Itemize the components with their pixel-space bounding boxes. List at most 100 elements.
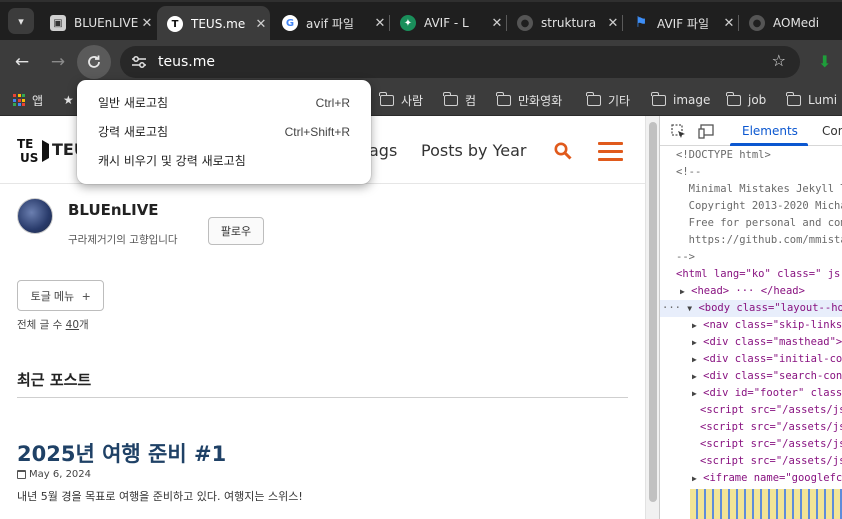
menu-item-empty-cache-hard-reload[interactable]: 캐시 비우기 및 강력 새로고침 bbox=[77, 146, 371, 175]
site-settings-icon[interactable] bbox=[128, 51, 150, 73]
expand-triangle-icon[interactable]: ▶ bbox=[692, 338, 697, 347]
menu-item-hard-reload[interactable]: 강력 새로고침 Ctrl+Shift+R bbox=[77, 117, 371, 146]
tab-avif-l[interactable]: ✦ AVIF - L ✕ bbox=[390, 8, 506, 38]
star-bookmark-icon[interactable]: ★ bbox=[63, 91, 74, 109]
expand-triangle-icon[interactable]: ▶ bbox=[692, 372, 697, 381]
expand-triangle-icon[interactable]: ▶ bbox=[692, 321, 697, 330]
address-bar[interactable]: teus.me ☆ bbox=[120, 46, 800, 78]
tab-title: struktura bbox=[541, 16, 597, 30]
follow-button[interactable]: 팔로우 bbox=[208, 217, 264, 245]
bookmark-folder[interactable]: Lumi bbox=[786, 91, 837, 109]
nav-link-posts-by-year[interactable]: Posts by Year bbox=[421, 141, 526, 160]
menu-item-label: 캐시 비우기 및 강력 새로고침 bbox=[98, 154, 246, 168]
close-icon[interactable]: ✕ bbox=[488, 16, 506, 31]
nav-link-tags[interactable]: ags bbox=[369, 141, 397, 160]
dom-line[interactable]: <script src="/assets/js/ bbox=[660, 453, 842, 470]
bookmark-folder[interactable]: 사람 bbox=[379, 91, 424, 109]
tab-search-chevron-icon[interactable]: ▾ bbox=[8, 8, 34, 34]
bookmark-folder[interactable]: 만화영화 bbox=[496, 91, 562, 109]
bookmark-label: 앱 bbox=[32, 93, 44, 108]
expand-triangle-icon[interactable]: ▶ bbox=[692, 474, 697, 483]
close-icon[interactable]: ✕ bbox=[138, 16, 156, 31]
folder-icon bbox=[586, 91, 601, 106]
dom-line[interactable]: Copyright 2013-2020 Michae bbox=[660, 198, 842, 215]
dom-line[interactable]: ▶ <div id="footer" class=" bbox=[660, 385, 842, 402]
divider bbox=[17, 397, 628, 398]
expand-triangle-icon[interactable]: ▶ bbox=[692, 389, 697, 398]
google-icon: G bbox=[282, 15, 298, 31]
tab-title: AVIF - L bbox=[424, 16, 469, 30]
tab-elements[interactable]: Elements bbox=[742, 124, 798, 138]
collapse-triangle-icon[interactable]: ▼ bbox=[687, 304, 692, 313]
dom-line[interactable]: <!DOCTYPE html> bbox=[660, 147, 842, 164]
dom-line[interactable]: <script src="/assets/js/ bbox=[660, 402, 842, 419]
svg-text:TE: TE bbox=[17, 137, 33, 151]
dom-line[interactable]: <script src="/assets/js/ bbox=[660, 436, 842, 453]
dom-line[interactable]: https://github.com/mmistak bbox=[660, 232, 842, 249]
toggle-menu-button[interactable]: 토글 메뉴 + bbox=[17, 280, 104, 311]
recent-posts-heading: 최근 포스트 bbox=[17, 371, 92, 389]
tab-avif-google[interactable]: G avif 파일 ✕ bbox=[272, 8, 389, 38]
close-icon[interactable]: ✕ bbox=[720, 16, 738, 31]
inspect-element-icon[interactable] bbox=[671, 124, 686, 139]
bookmark-folder[interactable]: image bbox=[651, 91, 711, 109]
dom-line[interactable]: ▶ <div class="initial-cont bbox=[660, 351, 842, 368]
scrollbar-thumb[interactable] bbox=[649, 122, 657, 502]
back-icon[interactable]: ← bbox=[8, 48, 36, 76]
close-icon[interactable]: ✕ bbox=[371, 16, 389, 31]
bookmark-folder[interactable]: 기타 bbox=[586, 91, 630, 109]
total-count: 40 bbox=[65, 319, 80, 331]
folder-icon bbox=[443, 91, 458, 106]
post-date-text: May 6, 2024 bbox=[29, 469, 92, 480]
devtools-panel: Elements Cons <!DOCTYPE html> <!-- Minim… bbox=[659, 116, 842, 519]
tab-aomedia[interactable]: ● AOMedi bbox=[739, 8, 842, 38]
close-icon[interactable]: ✕ bbox=[604, 16, 622, 31]
tab-console[interactable]: Cons bbox=[822, 124, 842, 138]
site-logo[interactable]: TE US bbox=[16, 136, 52, 166]
avatar-icon: ▣ bbox=[50, 15, 66, 31]
expand-triangle-icon[interactable]: ▶ bbox=[692, 355, 697, 364]
tab-avif-file[interactable]: ⚑ AVIF 파일 ✕ bbox=[623, 8, 738, 38]
dom-line[interactable]: ▶ <iframe name="googlefcPr bbox=[660, 470, 842, 487]
page-scrollbar[interactable] bbox=[645, 116, 659, 519]
post-title-link[interactable]: 2025년 여행 준비 #1 bbox=[17, 438, 226, 468]
calendar-icon bbox=[17, 470, 26, 479]
menu-item-normal-reload[interactable]: 일반 새로고침 Ctrl+R bbox=[77, 88, 371, 117]
bookmark-label: image bbox=[673, 93, 711, 107]
github-icon: ● bbox=[517, 15, 533, 31]
dom-line[interactable]: <!-- bbox=[660, 164, 842, 181]
menu-item-shortcut: Ctrl+Shift+R bbox=[284, 124, 350, 139]
folder-icon bbox=[726, 91, 741, 106]
expand-triangle-icon[interactable]: ▶ bbox=[680, 287, 685, 296]
download-extension-icon[interactable]: ⬇ bbox=[818, 52, 831, 71]
dom-line[interactable]: Free for personal and comm bbox=[660, 215, 842, 232]
forward-icon[interactable]: → bbox=[44, 48, 72, 76]
dom-line[interactable]: <html lang="ko" class=" js " bbox=[660, 266, 842, 283]
tab-teus[interactable]: T TEUS.me ✕ bbox=[157, 6, 270, 42]
bookmark-folder[interactable]: job bbox=[726, 91, 766, 109]
dom-line[interactable]: --> bbox=[660, 249, 842, 266]
dom-line[interactable]: ▶ <head> ··· </head> bbox=[660, 283, 842, 300]
tab-bluenlive[interactable]: ▣ BLUEnLIVE ✕ bbox=[40, 8, 156, 38]
search-icon[interactable] bbox=[554, 142, 572, 160]
device-toolbar-icon[interactable] bbox=[698, 124, 714, 139]
dom-line[interactable]: ▶ <div class="search-conte bbox=[660, 368, 842, 385]
bookmark-star-icon[interactable]: ☆ bbox=[772, 51, 786, 70]
bookmark-label: 사람 bbox=[401, 93, 424, 108]
dom-line[interactable]: Minimal Mistakes Jekyll Th bbox=[660, 181, 842, 198]
reload-button[interactable] bbox=[77, 45, 111, 79]
toggle-menu-label: 토글 메뉴 bbox=[30, 290, 75, 303]
post-excerpt: 내년 5월 경을 목표로 여행을 준비하고 있다. 여행지는 스위스! bbox=[17, 490, 303, 503]
tab-struktura[interactable]: ● struktura ✕ bbox=[507, 8, 622, 38]
folder-icon bbox=[651, 91, 666, 106]
bookmark-apps[interactable]: 앱 bbox=[13, 91, 43, 109]
flag-icon: ⚑ bbox=[634, 15, 648, 31]
dom-line[interactable]: ▶ <nav class="skip-links"> bbox=[660, 317, 842, 334]
bookmark-folder[interactable]: 컴 bbox=[443, 91, 476, 109]
close-icon[interactable]: ✕ bbox=[252, 17, 270, 32]
dom-line[interactable]: ▶ <div class="masthead"> ··· bbox=[660, 334, 842, 351]
dom-line-selected[interactable]: ··· ▼ <body class="layout--home" bbox=[660, 300, 842, 317]
menu-hamburger-icon[interactable] bbox=[598, 142, 623, 166]
github-icon: ● bbox=[749, 15, 765, 31]
dom-line[interactable]: <script src="/assets/js/ bbox=[660, 419, 842, 436]
